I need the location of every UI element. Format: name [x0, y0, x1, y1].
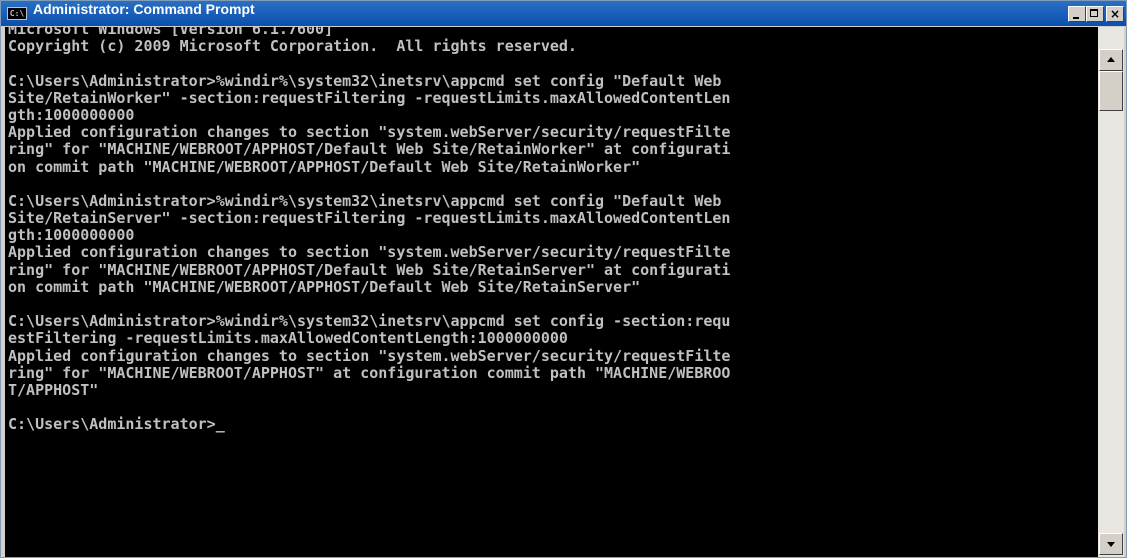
console-line-text: C:\Users\Administrator>%windir%\system32… [8, 71, 722, 90]
console-text: Microsoft Windows [Version 6.1.7600] Copy… [8, 27, 1098, 433]
console-line: gth:1000000000 [8, 105, 1098, 124]
minimize-button[interactable] [1068, 6, 1086, 22]
console-line-text: on commit path "MACHINE/WEBROOT/APPHOST/… [8, 157, 641, 176]
console-line: estFiltering -requestLimits.maxAllowedCo… [8, 329, 1098, 348]
console-line-text: estFiltering -requestLimits.maxAllowedCo… [8, 329, 568, 348]
console-line: Site/RetainServer" -section:requestFilte… [8, 209, 1098, 228]
close-button[interactable]: × [1106, 6, 1124, 22]
scrollbar-thumb[interactable] [1099, 71, 1123, 111]
console-line: on commit path "MACHINE/WEBROOT/APPHOST/… [8, 157, 1098, 176]
scroll-down-button[interactable] [1099, 533, 1123, 555]
console-line-text: ring" for "MACHINE/WEBROOT/APPHOST" at c… [8, 363, 731, 382]
console-line-text: C:\Users\Administrator> [8, 415, 216, 434]
console-line: gth:1000000000 [8, 226, 1098, 245]
console-line-text: on commit path "MACHINE/WEBROOT/APPHOST/… [8, 277, 641, 296]
console-line-text: C:\Users\Administrator>%windir%\system32… [8, 312, 731, 331]
console-output[interactable]: Microsoft Windows [Version 6.1.7600] Copy… [5, 27, 1098, 557]
console-line: C:\Users\Administrator>%windir%\system32… [8, 312, 1098, 331]
console-line: T/APPHOST" [8, 380, 1098, 399]
console-line: ring" for "MACHINE/WEBROOT/APPHOST/Defau… [8, 260, 1098, 279]
console-line: Applied configuration changes to section… [8, 346, 1098, 365]
console-line-text: C:\Users\Administrator>%windir%\system32… [8, 191, 722, 210]
window-title: Administrator: Command Prompt [33, 1, 255, 17]
console-line-text: Site/RetainServer" -section:requestFilte… [8, 209, 731, 228]
maximize-button[interactable] [1086, 6, 1104, 22]
scroll-up-button[interactable] [1099, 49, 1123, 71]
console-line-text: Applied configuration changes to section… [8, 346, 731, 365]
console-line: ring" for "MACHINE/WEBROOT/APPHOST/Defau… [8, 140, 1098, 159]
console-line-text: ring" for "MACHINE/WEBROOT/APPHOST/Defau… [8, 260, 731, 279]
minimize-icon [1073, 17, 1079, 19]
console-line: Site/RetainWorker" -section:requestFilte… [8, 88, 1098, 107]
text-cursor: _ [215, 415, 225, 434]
cmd-icon[interactable]: C:\ [7, 7, 27, 20]
command-prompt-window: C:\ Administrator: Command Prompt × Micr… [0, 0, 1127, 558]
scroll-up-arrow-icon [1107, 57, 1115, 62]
console-line: Applied configuration changes to section… [8, 243, 1098, 262]
console-line-text: Applied configuration changes to section… [8, 243, 731, 262]
vertical-scrollbar[interactable] [1098, 27, 1124, 557]
console-line: C:\Users\Administrator>%windir%\system32… [8, 191, 1098, 210]
console-line: C:\Users\Administrator>%windir%\system32… [8, 71, 1098, 90]
console-line: C:\Users\Administrator>_ [8, 415, 1098, 434]
maximize-icon [1090, 9, 1098, 17]
console-line: on commit path "MACHINE/WEBROOT/APPHOST/… [8, 277, 1098, 296]
console-line: ring" for "MACHINE/WEBROOT/APPHOST" at c… [8, 363, 1098, 382]
console-line: Applied configuration changes to section… [8, 123, 1098, 142]
console-line-text: gth:1000000000 [8, 105, 135, 124]
console-line: Copyright (c) 2009 Microsoft Corporation… [8, 37, 1098, 56]
scroll-down-arrow-icon [1107, 542, 1115, 547]
console-line-text: Copyright (c) 2009 Microsoft Corporation… [8, 37, 577, 56]
console-line-text: Applied configuration changes to section… [8, 123, 731, 142]
console-line-text: gth:1000000000 [8, 226, 135, 245]
console-line-text: T/APPHOST" [8, 380, 99, 399]
title-bar[interactable]: C:\ Administrator: Command Prompt × [1, 1, 1126, 26]
console-line-text: Site/RetainWorker" -section:requestFilte… [8, 88, 731, 107]
console-line: Microsoft Windows [Version 6.1.7600] [8, 27, 1098, 38]
close-icon: × [1109, 7, 1121, 21]
console-line-text: ring" for "MACHINE/WEBROOT/APPHOST/Defau… [8, 140, 731, 159]
